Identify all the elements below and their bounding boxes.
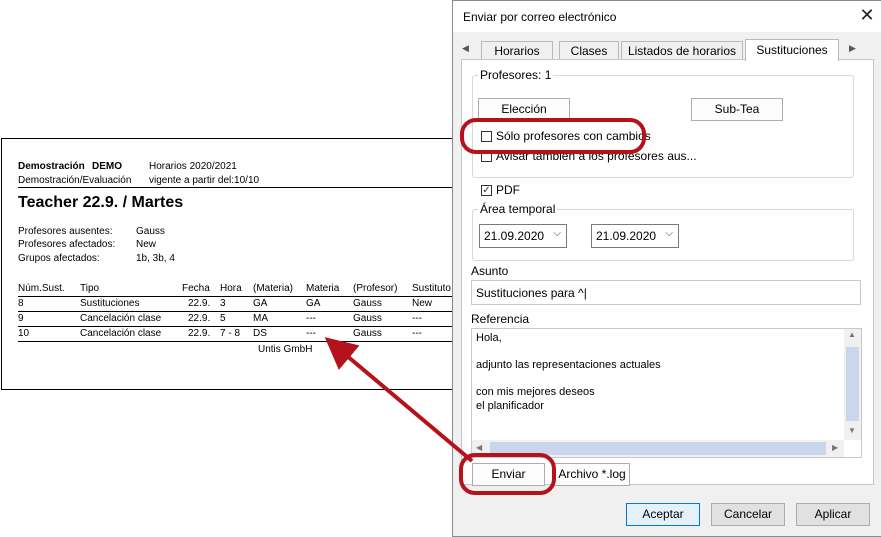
arrow-line xyxy=(324,337,474,463)
tab-sustituciones[interactable]: Sustituciones xyxy=(745,39,839,61)
annotation-arrow xyxy=(324,337,474,463)
